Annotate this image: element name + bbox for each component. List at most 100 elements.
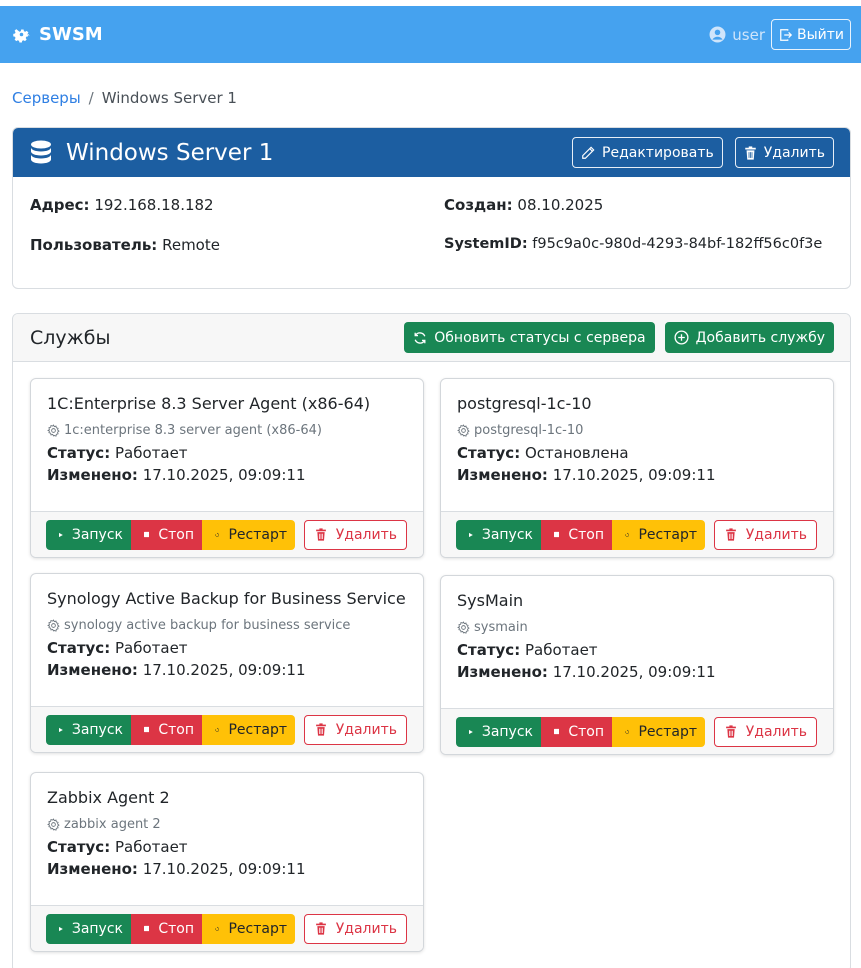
service-changed-row: Изменено: 17.10.2025, 09:09:11 [457,663,817,681]
address-row: Адрес: 192.168.18.182 [30,196,214,214]
edit-label: Редактировать [602,144,714,161]
status-label: Статус: [457,641,521,659]
gear-icon [13,29,30,43]
delete-service-button[interactable]: Удалить [303,913,407,944]
stop-button[interactable]: Стоп [541,716,612,747]
service-display-name: 1C:Enterprise 8.3 Server Agent (x86-64) [47,394,371,413]
service-system-name: synology active backup for business serv… [64,618,351,633]
restart-label: Рестарт [638,723,697,740]
add-service-label: Добавить службу [695,329,825,346]
changed-label: Изменено: [457,466,548,484]
delete-service-label: Удалить [335,721,397,738]
status-label: Статус: [47,444,111,462]
service-actions: Запуск Стоп Рестарт Удалить [31,905,423,951]
service-display-name: Zabbix Agent 2 [47,788,170,807]
gear-icon [457,424,470,437]
service-display-name: SysMain [457,591,524,610]
stop-button[interactable]: Стоп [131,913,202,944]
restart-label: Рестарт [228,721,287,738]
changed-label: Изменено: [47,860,138,878]
service-changed: 17.10.2025, 09:09:11 [142,661,306,679]
service-changed-row: Изменено: 17.10.2025, 09:09:11 [47,466,407,484]
start-button[interactable]: Запуск [456,519,541,550]
trash-icon [725,725,736,738]
service-status-row: Статус: Работает [47,639,407,657]
service-system-name: 1c:enterprise 8.3 server agent (x86-64) [64,423,322,438]
delete-service-button[interactable]: Удалить [303,519,407,550]
service-system-name: sysmain [474,620,528,635]
start-button[interactable]: Запуск [46,913,131,944]
refresh-icon [414,331,426,344]
address-value: 192.168.18.182 [94,196,214,214]
stop-label: Стоп [158,920,194,937]
services-title: Службы [30,326,111,349]
created-row: Создан: 08.10.2025 [444,196,603,214]
delete-server-button[interactable]: Удалить [734,137,834,168]
breadcrumb-servers-link[interactable]: Серверы [12,89,81,107]
stop-button[interactable]: Стоп [131,519,202,550]
restart-icon [625,532,630,537]
service-status-row: Статус: Работает [457,641,817,659]
restart-button[interactable]: Рестарт [202,519,295,550]
user-circle-icon [709,26,726,43]
service-system-name-row: synology active backup for business serv… [47,618,407,633]
stop-button[interactable]: Стоп [131,714,202,745]
logout-icon [780,28,793,41]
user-row: Пользователь: Remote [30,236,220,254]
stop-label: Стоп [158,526,194,543]
navbar: SWSM user Выйти [0,6,861,63]
service-status-row: Статус: Остановлена [457,444,817,462]
username: user [732,25,765,44]
refresh-statuses-button[interactable]: Обновить статусы с сервера [404,322,655,353]
user-label: Пользователь: [30,236,158,254]
restart-label: Рестарт [228,526,287,543]
start-label: Запуск [71,721,123,738]
created-value: 08.10.2025 [517,196,604,214]
start-label: Запуск [71,920,123,937]
start-label: Запуск [481,526,533,543]
service-changed: 17.10.2025, 09:09:11 [552,663,716,681]
service-changed-row: Изменено: 17.10.2025, 09:09:11 [47,860,407,878]
refresh-label: Обновить статусы с сервера [434,329,646,346]
delete-label: Удалить [763,144,825,161]
service-status: Остановлена [524,444,629,462]
gear-icon [47,619,60,632]
trash-icon [315,723,326,736]
add-service-button[interactable]: Добавить службу [664,322,834,353]
service-system-name-row: postgresql-1c-10 [457,423,817,438]
systemid-label: SystemID: [444,236,528,252]
service-changed: 17.10.2025, 09:09:11 [142,466,306,484]
changed-label: Изменено: [457,663,548,681]
trash-icon [315,528,326,541]
brand[interactable]: SWSM [11,24,103,45]
restart-button[interactable]: Рестарт [202,913,295,944]
delete-service-button[interactable]: Удалить [713,716,817,747]
restart-icon [215,532,220,537]
systemid-value: f95c9a0c-980d-4293-84bf-182ff56c0f3e [532,236,823,252]
stop-icon [144,925,150,932]
restart-button[interactable]: Рестарт [202,714,295,745]
delete-service-button[interactable]: Удалить [303,714,407,745]
service-actions: Запуск Стоп Рестарт Удалить [441,511,833,557]
stop-icon [144,531,150,538]
start-button[interactable]: Запуск [456,716,541,747]
restart-button[interactable]: Рестарт [612,519,705,550]
play-icon [59,727,63,732]
service-control-group: Запуск Стоп Рестарт [456,519,705,550]
service-actions: Запуск Стоп Рестарт Удалить [31,706,423,752]
start-button[interactable]: Запуск [46,519,131,550]
service-card: SysMain sysmain Статус: Работает Изменен… [440,575,834,755]
service-changed-row: Изменено: 17.10.2025, 09:09:11 [457,466,817,484]
gear-icon [457,621,470,634]
start-button[interactable]: Запуск [46,714,131,745]
logout-button[interactable]: Выйти [770,19,851,50]
delete-service-button[interactable]: Удалить [713,519,817,550]
restart-button[interactable]: Рестарт [612,716,705,747]
status-label: Статус: [47,639,111,657]
stop-button[interactable]: Стоп [541,519,612,550]
server-card-header: Windows Server 1 Редактировать Удалить [13,128,850,177]
service-system-name: postgresql-1c-10 [474,423,584,438]
server-details: Адрес: 192.168.18.182 Пользователь: Remo… [13,177,850,288]
edit-server-button[interactable]: Редактировать [572,137,723,168]
stop-label: Стоп [158,721,194,738]
